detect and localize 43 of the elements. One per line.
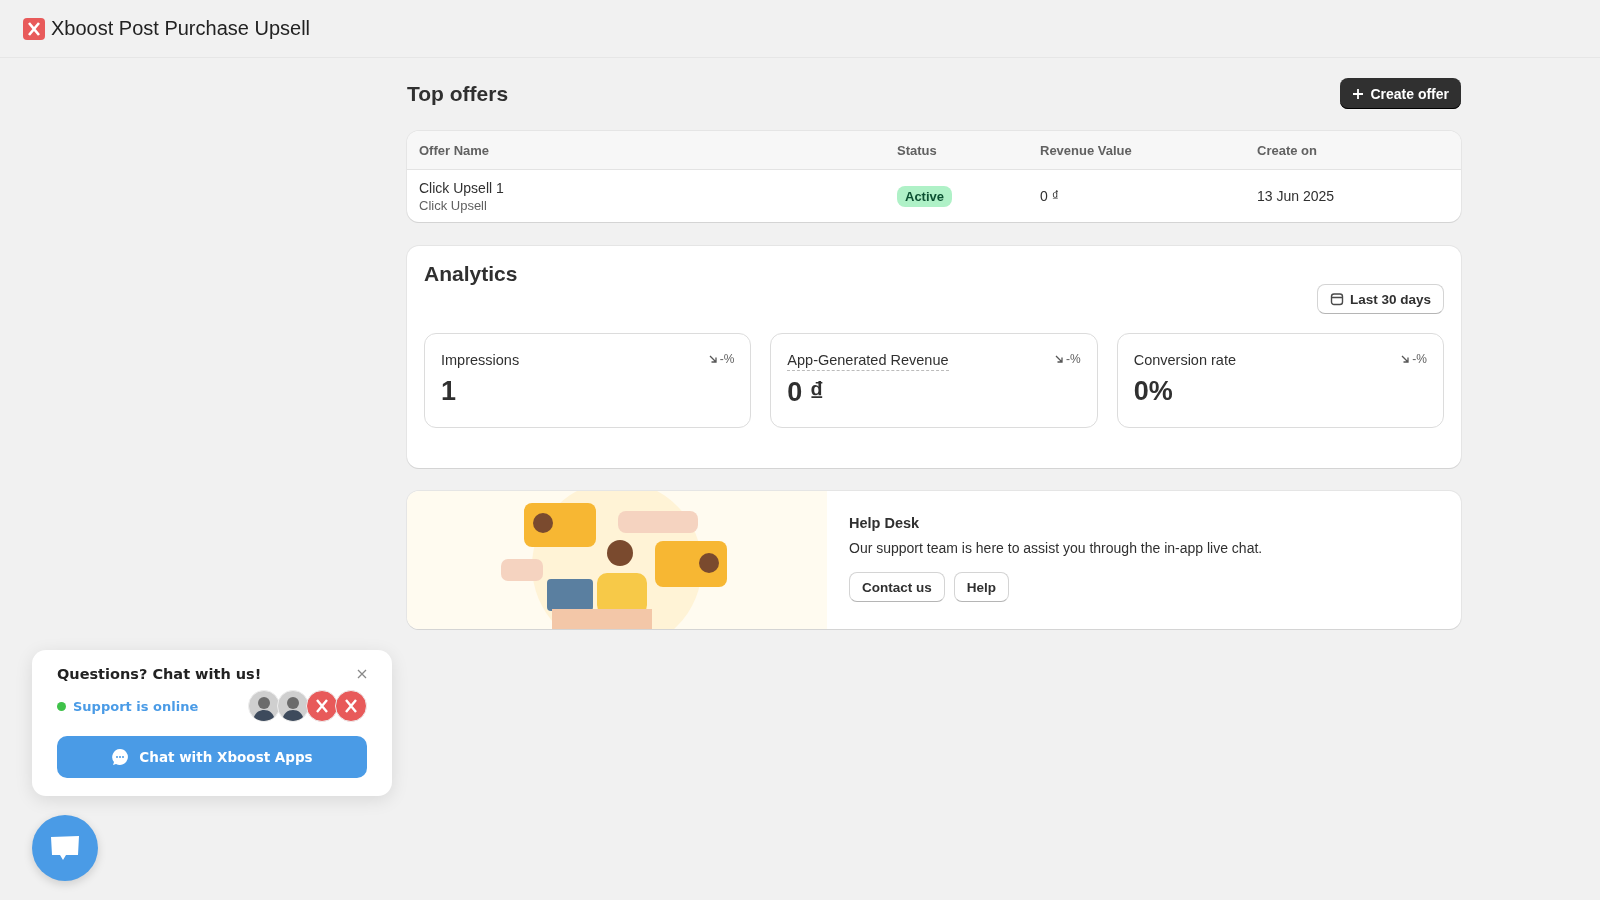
metric-value: 1 xyxy=(441,376,458,407)
chat-launcher-button[interactable] xyxy=(32,815,98,881)
metric-value: 0 ₫ xyxy=(787,377,825,408)
logo-icon xyxy=(23,17,45,40)
column-header: Offer Name xyxy=(419,142,490,158)
app-title: Xboost Post Purchase Upsell xyxy=(51,17,311,40)
trend-value: -% xyxy=(719,352,735,366)
close-button[interactable] xyxy=(357,669,367,679)
help-button[interactable]: Help xyxy=(953,572,1010,602)
create-offer-button[interactable]: Create offer xyxy=(1340,78,1461,109)
logo-avatar xyxy=(306,690,338,722)
date-range-button[interactable]: Last 30 days xyxy=(1316,284,1444,314)
arrow-down-right-icon xyxy=(1401,355,1410,363)
support-status: Support is online xyxy=(73,698,199,714)
column-header: Create on xyxy=(1257,142,1317,158)
metric-label: Impressions xyxy=(441,352,520,370)
status-badge: Active xyxy=(897,185,953,207)
column-header: Revenue Value xyxy=(1040,142,1132,158)
trend-value: -% xyxy=(1066,352,1081,366)
help-text: Our support team is here to assist you through the in-app live chat. xyxy=(849,540,1263,556)
section-title: Analytics xyxy=(424,262,519,286)
column-header: Status xyxy=(897,142,937,158)
offer-name: Click Upsell 1 xyxy=(419,179,504,196)
metric-label: App-Generated Revenue xyxy=(787,352,949,371)
arrow-down-right-icon xyxy=(708,355,717,363)
metric-label: Conversion rate xyxy=(1133,352,1236,370)
calendar-icon xyxy=(1329,292,1344,306)
chat-title: Questions? Chat with us! xyxy=(57,666,262,682)
offer-type: Click Upsell xyxy=(419,197,487,213)
help-title: Help Desk xyxy=(849,515,921,531)
arrow-down-right-icon xyxy=(1055,355,1063,363)
trend-value: -% xyxy=(1412,352,1427,366)
table-cell: 13 Jun 2025 xyxy=(1257,188,1335,204)
table-cell: 0 ₫ xyxy=(1040,188,1059,204)
avatar xyxy=(277,690,309,722)
logo-avatar xyxy=(335,690,367,722)
help-button[interactable]: Contact us xyxy=(849,572,945,602)
metric-value: 0% xyxy=(1133,376,1174,407)
plus-icon xyxy=(1352,87,1365,100)
section-title: Top offers xyxy=(407,81,509,106)
avatar xyxy=(248,690,280,722)
chat-bubble-icon xyxy=(49,834,81,862)
chat-bubble-icon xyxy=(111,748,130,766)
